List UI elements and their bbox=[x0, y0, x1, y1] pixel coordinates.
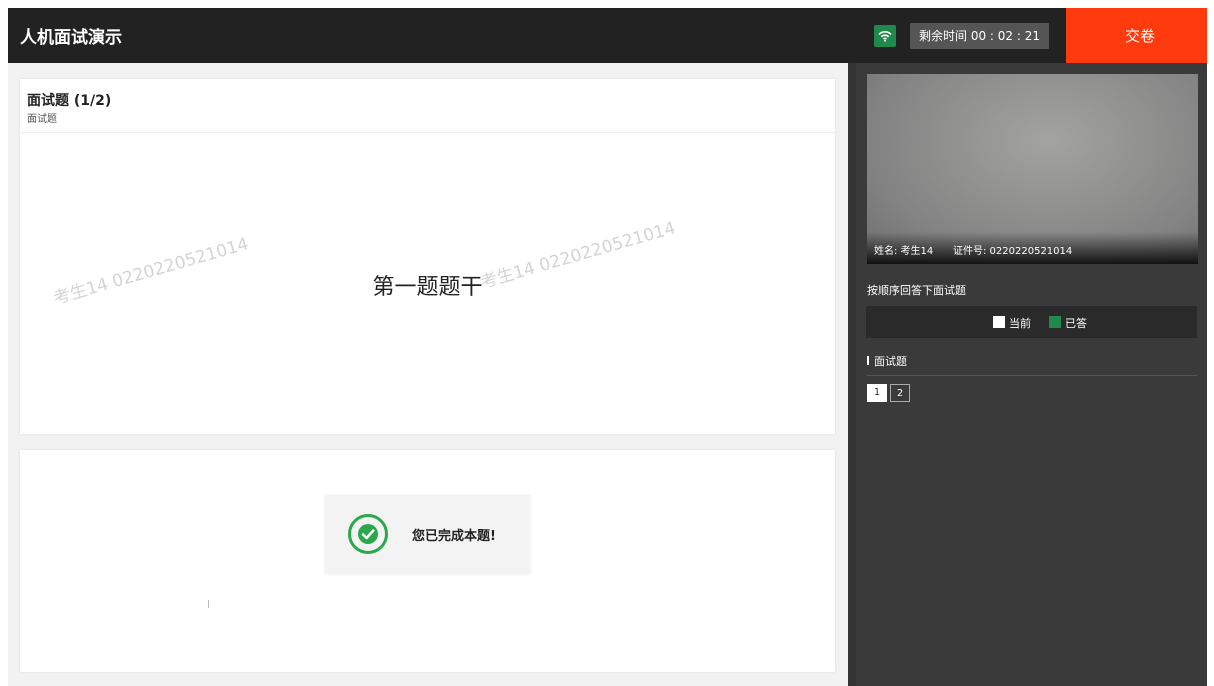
wifi-icon bbox=[874, 25, 896, 47]
answered-label: 已答 bbox=[1065, 317, 1087, 330]
submit-exam-button[interactable]: 交卷 bbox=[1066, 8, 1214, 63]
cursor-mark bbox=[208, 600, 209, 608]
page-edge bbox=[1207, 0, 1214, 686]
answer-card: 您已完成本题! bbox=[20, 450, 835, 672]
question-nav-2[interactable]: 2 bbox=[890, 384, 910, 402]
main-panel: 面试题 (1/2) 面试题 考生14 0220220521014 考生14 02… bbox=[8, 63, 848, 686]
question-subtitle: 面试题 bbox=[27, 114, 57, 125]
completion-text: 您已完成本题! bbox=[412, 529, 496, 544]
camera-preview: 姓名: 考生14 证件号: 0220220521014 bbox=[867, 74, 1198, 264]
app-title: 人机面试演示 bbox=[20, 28, 122, 48]
question-nav-1[interactable]: 1 bbox=[867, 384, 887, 402]
question-stem: 第一题题干 bbox=[372, 275, 483, 300]
top-bar: 人机面试演示 剩余时间 00 : 02 : 21 交卷 bbox=[8, 8, 1214, 63]
question-header: 面试题 (1/2) 面试题 bbox=[20, 79, 835, 133]
camera-info-bar: 姓名: 考生14 证件号: 0220220521014 bbox=[867, 232, 1198, 264]
question-card: 面试题 (1/2) 面试题 考生14 0220220521014 考生14 02… bbox=[20, 79, 835, 434]
countdown-timer: 剩余时间 00 : 02 : 21 bbox=[910, 23, 1049, 49]
completion-notice: 您已完成本题! bbox=[325, 495, 530, 573]
section-title: 面试题 bbox=[874, 355, 907, 368]
app-frame: 人机面试演示 剩余时间 00 : 02 : 21 交卷 面试题 (1/2) 面试… bbox=[8, 8, 1214, 686]
answered-swatch bbox=[1049, 316, 1061, 328]
section-divider bbox=[867, 375, 1197, 376]
question-title: 面试题 (1/2) bbox=[27, 93, 112, 109]
current-swatch bbox=[993, 316, 1005, 328]
candidate-name: 姓名: 考生14 bbox=[874, 246, 934, 257]
sidebar: 姓名: 考生14 证件号: 0220220521014 按顺序回答下面试题 当前… bbox=[856, 63, 1214, 686]
candidate-id: 证件号: 0220220521014 bbox=[953, 246, 1073, 257]
current-label: 当前 bbox=[1009, 317, 1031, 330]
check-circle-icon bbox=[348, 514, 388, 554]
section-marker bbox=[867, 356, 869, 365]
status-legend: 当前 已答 bbox=[866, 306, 1197, 338]
instruction-text: 按顺序回答下面试题 bbox=[867, 284, 966, 297]
